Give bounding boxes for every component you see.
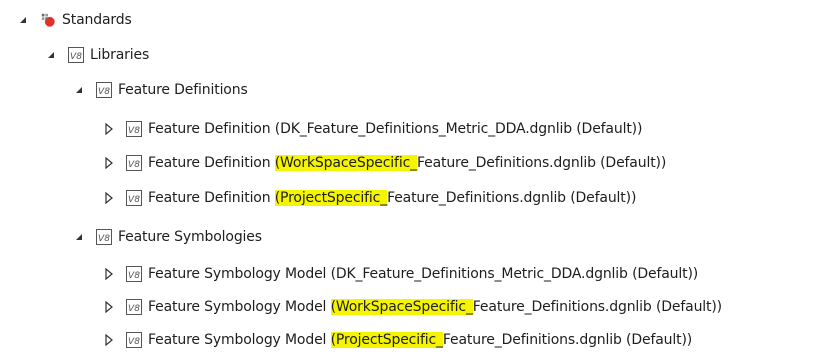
tree-node-feature-symbology-model[interactable]: V8 Feature Symbology Model (DK_Feature_D… <box>102 262 698 286</box>
v8-icon: V8 <box>126 266 142 282</box>
tree-node-label: Feature Definitions <box>118 82 248 98</box>
svg-text:V8: V8 <box>98 234 110 244</box>
svg-text:V8: V8 <box>128 304 140 314</box>
v8-icon: V8 <box>126 190 142 206</box>
tree-node-feature-definitions[interactable]: V8 Feature Definitions <box>72 78 248 102</box>
svg-text:V8: V8 <box>128 160 140 170</box>
tree-node-feature-definition[interactable]: V8 Feature Definition (ProjectSpecific_F… <box>102 186 636 210</box>
tree-node-feature-definition[interactable]: V8 Feature Definition (WorkSpaceSpecific… <box>102 151 666 175</box>
v8-icon: V8 <box>126 155 142 171</box>
tree-node-label: Libraries <box>90 47 150 63</box>
collapsed-arrow-icon[interactable] <box>102 122 116 136</box>
svg-text:V8: V8 <box>98 87 110 97</box>
tree-node-label: Feature Definition (ProjectSpecific_Feat… <box>148 190 637 206</box>
collapsed-arrow-icon[interactable] <box>102 191 116 205</box>
collapsed-arrow-icon[interactable] <box>102 300 116 314</box>
highlight-mark: (ProjectSpecific_ <box>274 190 388 206</box>
v8-icon: V8 <box>96 82 112 98</box>
highlight-mark: (WorkSpaceSpecific_ <box>330 299 473 315</box>
tree-node-feature-symbology-model[interactable]: V8 Feature Symbology Model (ProjectSpeci… <box>102 328 692 352</box>
standards-icon <box>40 12 56 28</box>
v8-icon: V8 <box>68 47 84 63</box>
tree-node-standards[interactable]: Standards <box>16 8 132 32</box>
tree-node-feature-symbology-model[interactable]: V8 Feature Symbology Model (WorkSpaceSpe… <box>102 295 722 319</box>
tree-node-label: Feature Symbology Model (ProjectSpecific… <box>148 332 693 348</box>
tree-node-label: Feature Definition (WorkSpaceSpecific_Fe… <box>148 155 667 171</box>
svg-text:V8: V8 <box>128 337 140 347</box>
v8-icon: V8 <box>126 332 142 348</box>
tree-node-feature-definition[interactable]: V8 Feature Definition (DK_Feature_Defini… <box>102 117 642 141</box>
v8-icon: V8 <box>96 229 112 245</box>
expanded-arrow-icon[interactable] <box>16 13 30 27</box>
svg-text:V8: V8 <box>128 195 140 205</box>
expanded-arrow-icon[interactable] <box>44 48 58 62</box>
collapsed-arrow-icon[interactable] <box>102 267 116 281</box>
collapsed-arrow-icon[interactable] <box>102 333 116 347</box>
collapsed-arrow-icon[interactable] <box>102 156 116 170</box>
highlight-mark: (WorkSpaceSpecific_ <box>274 155 417 171</box>
tree-node-libraries[interactable]: V8 Libraries <box>44 43 149 67</box>
expanded-arrow-icon[interactable] <box>72 230 86 244</box>
tree-node-label: Standards <box>62 12 132 28</box>
svg-text:V8: V8 <box>128 271 140 281</box>
highlight-mark: (ProjectSpecific_ <box>330 332 443 348</box>
expanded-arrow-icon[interactable] <box>72 83 86 97</box>
tree-node-label: Feature Symbologies <box>118 229 262 245</box>
tree-node-feature-symbologies[interactable]: V8 Feature Symbologies <box>72 225 262 249</box>
v8-icon: V8 <box>126 121 142 137</box>
v8-icon: V8 <box>126 299 142 315</box>
svg-text:V8: V8 <box>70 52 82 62</box>
tree-node-label: Feature Symbology Model (WorkSpaceSpecif… <box>148 299 722 315</box>
tree-node-label: Feature Symbology Model (DK_Feature_Defi… <box>148 266 699 282</box>
tree-node-label: Feature Definition (DK_Feature_Definitio… <box>148 121 643 137</box>
svg-text:V8: V8 <box>128 126 140 136</box>
